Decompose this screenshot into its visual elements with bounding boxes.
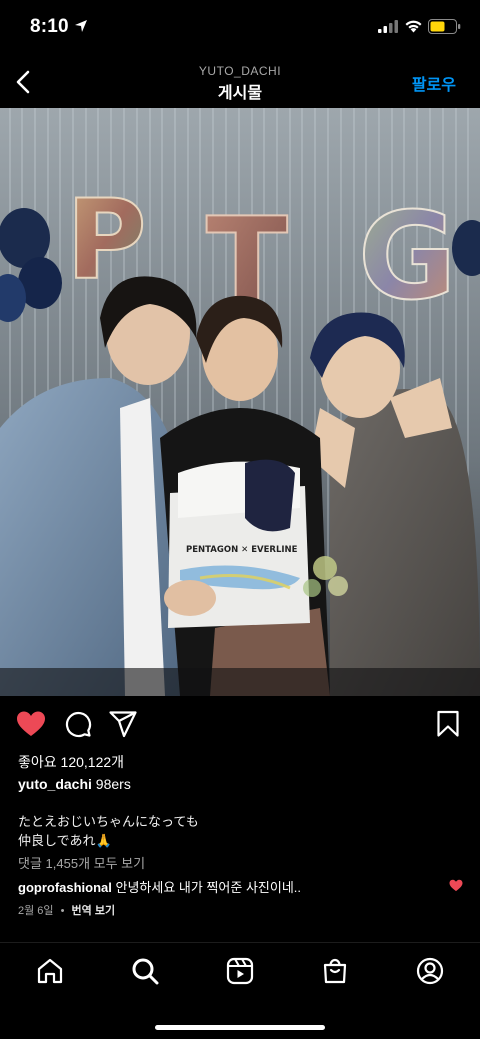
page-title: 게시물: [217, 85, 263, 102]
comment-like-heart-icon[interactable]: [449, 879, 463, 892]
comment-text: 안녕하세요 내가 찍어준 사진이네..: [115, 880, 302, 895]
location-arrow-icon: [75, 20, 87, 32]
bottom-tab-bar: [0, 942, 480, 1039]
caption-author-line: yuto_dachi 98ers: [18, 776, 131, 792]
status-bar: 8:10: [0, 0, 480, 56]
post-date: 2월 6일: [18, 905, 54, 917]
post-photo[interactable]: P T G PENTAGON ✕ EVERLINE: [0, 108, 480, 696]
shop-icon[interactable]: [321, 957, 349, 985]
comment-preview: goprofashional 안녕하세요 내가 찍어준 사진이네..: [18, 877, 448, 896]
bookmark-icon[interactable]: [436, 710, 460, 738]
balloon-letter-g: G: [358, 188, 457, 327]
author-caption-text: 98ers: [95, 776, 131, 792]
comment-icon[interactable]: [64, 710, 92, 738]
comment-username[interactable]: goprofashional: [18, 880, 112, 895]
caption: たとえおじいちゃんになっても 仲良しであれ🙏: [18, 812, 199, 850]
post-meta: 2월 6일 • 번역 보기: [18, 902, 115, 918]
meta-separator: •: [60, 905, 65, 917]
caption-line-1: たとえおじいちゃんになっても: [18, 814, 199, 829]
cellular-signal-icon: [378, 20, 398, 33]
home-indicator[interactable]: [155, 1025, 325, 1030]
hand: [164, 580, 216, 616]
post-photo-illustration: P T G PENTAGON ✕ EVERLINE: [0, 108, 480, 696]
home-icon[interactable]: [36, 957, 64, 985]
caption-line-2: 仲良しであれ🙏: [18, 833, 112, 848]
status-time: 8:10: [30, 16, 69, 37]
search-icon[interactable]: [131, 957, 159, 985]
header-username: YUTO_DACHI: [198, 64, 282, 78]
post-actions: [0, 708, 480, 742]
share-icon[interactable]: [108, 710, 138, 738]
follow-button[interactable]: 팔로우: [412, 71, 456, 95]
view-all-comments-link[interactable]: 댓글 1,455개 모두 보기: [18, 853, 145, 872]
battery-icon: [428, 19, 461, 34]
post-header: YUTO_DACHI 게시물 팔로우: [0, 58, 480, 106]
translate-link[interactable]: 번역 보기: [72, 905, 116, 917]
author-username[interactable]: yuto_dachi: [18, 776, 92, 792]
reels-icon[interactable]: [226, 957, 254, 985]
profile-icon[interactable]: [416, 957, 444, 985]
heart-liked-icon[interactable]: [16, 710, 46, 738]
cake-label: PENTAGON ✕ EVERLINE: [186, 545, 298, 555]
wifi-icon: [405, 20, 422, 33]
like-count[interactable]: 좋아요 120,122개: [18, 752, 124, 772]
